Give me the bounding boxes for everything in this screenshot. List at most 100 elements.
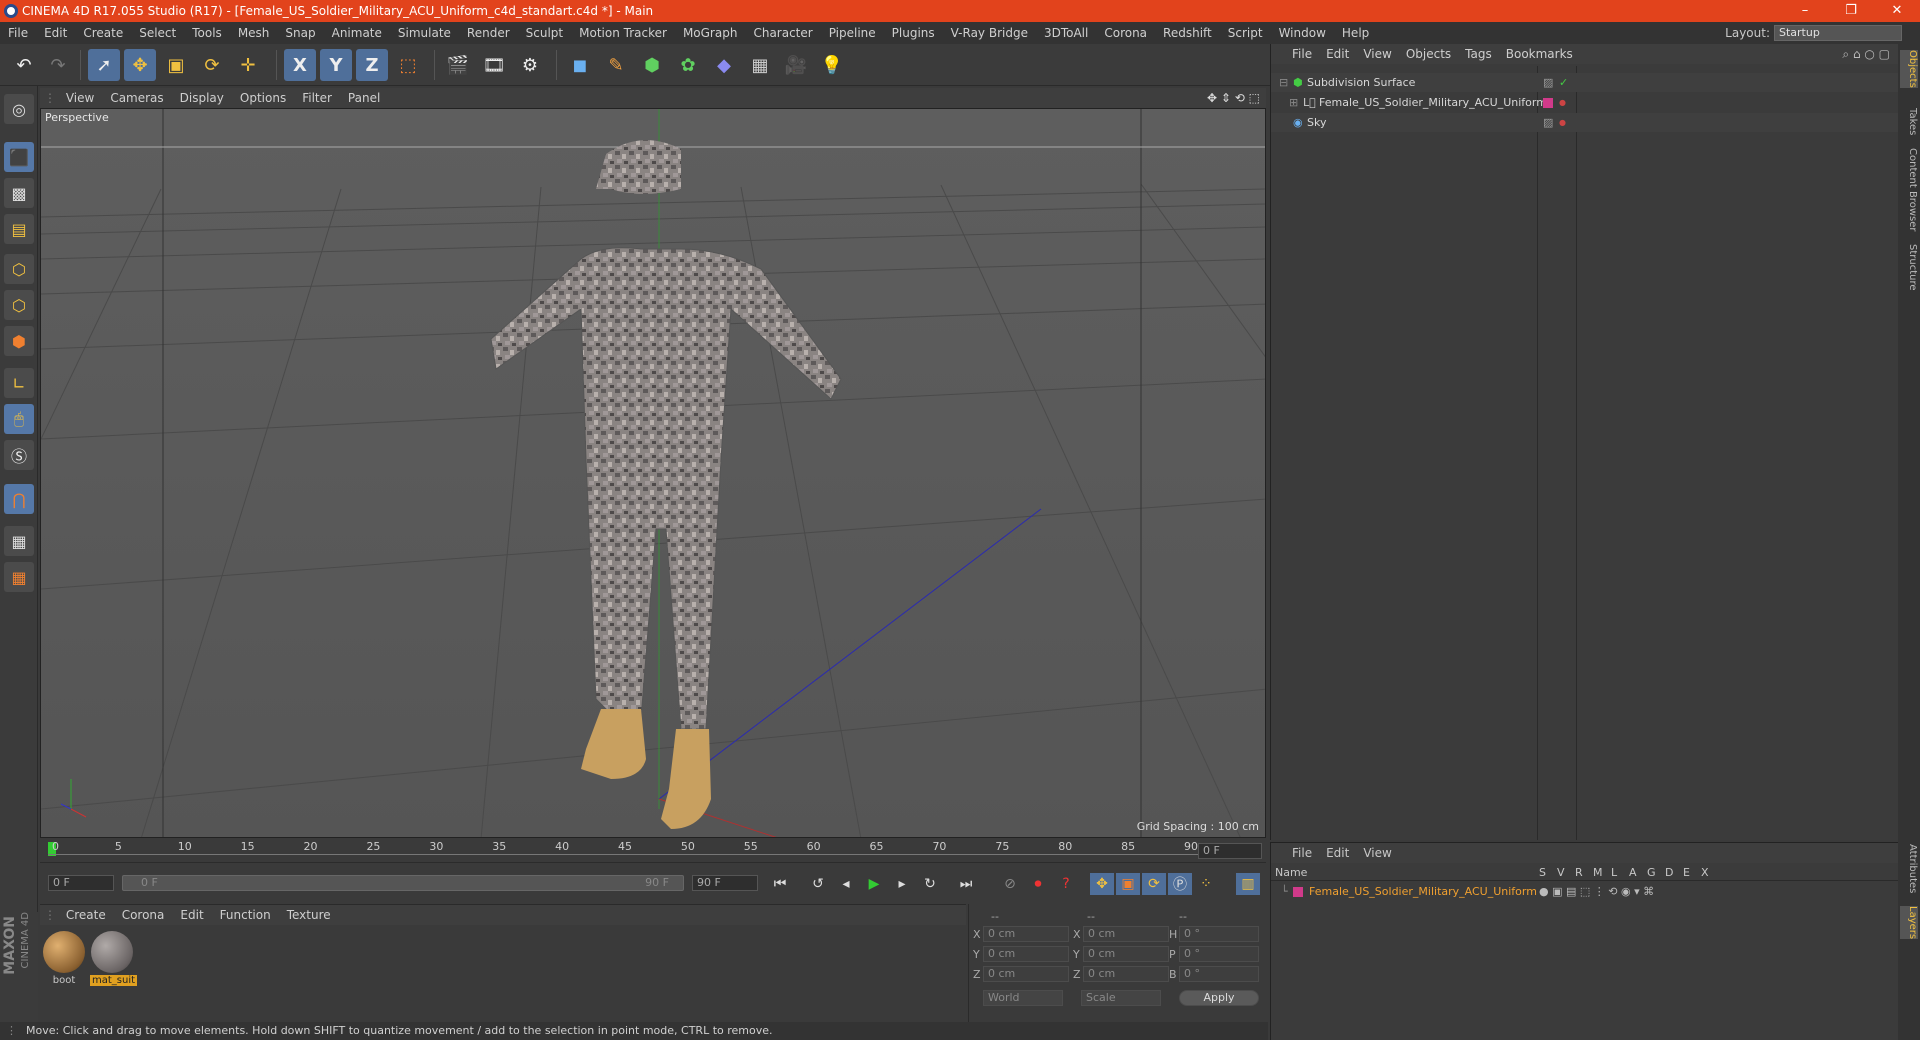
record-keys-icon[interactable]: ⏺ [1026, 873, 1050, 895]
floor-object-icon[interactable]: ▦ [744, 49, 776, 81]
live-selection-icon[interactable]: ➚ [88, 49, 120, 81]
next-frame-icon[interactable]: ▸ [890, 873, 914, 895]
menu-plugins[interactable]: Plugins [884, 22, 943, 44]
preview-range-slider[interactable]: 0 F 90 F [122, 875, 684, 891]
menu-redshift[interactable]: Redshift [1155, 22, 1220, 44]
menu-select[interactable]: Select [131, 22, 184, 44]
object-row-subdivision-surface[interactable]: ⊟ ⬢ Subdivision Surface ▨ ✓ [1271, 73, 1899, 92]
render-view-icon[interactable]: 🎬 [442, 49, 474, 81]
x-axis-lock-button[interactable]: X [284, 49, 316, 81]
model-mode-icon[interactable]: ⬛ [4, 142, 34, 172]
viewport-menu-panel[interactable]: Panel [340, 88, 388, 108]
tab-objects[interactable]: Objects [1900, 50, 1918, 88]
layer-row[interactable]: └ Female_US_Soldier_Military_ACU_Uniform… [1271, 883, 1899, 901]
enabled-check-icon[interactable]: ✓ [1559, 73, 1568, 92]
render-picture-viewer-icon[interactable]: 🎞 [478, 49, 510, 81]
material-menu-corona[interactable]: Corona [114, 905, 173, 925]
points-mode-icon[interactable]: ⬡ [4, 254, 34, 284]
rotate-tool-icon[interactable]: ⟳ [196, 49, 228, 81]
tab-structure[interactable]: Structure [1900, 244, 1918, 291]
menu-motion-tracker[interactable]: Motion Tracker [571, 22, 675, 44]
menu-help[interactable]: Help [1334, 22, 1377, 44]
autokey-icon[interactable]: ? [1054, 873, 1078, 895]
edges-mode-icon[interactable]: ⬡ [4, 290, 34, 320]
play-icon[interactable]: ▶ [862, 873, 886, 895]
solo-mode-icon[interactable]: Ⓢ [4, 440, 34, 470]
restore-button[interactable]: ❐ [1828, 0, 1874, 22]
apply-button[interactable]: Apply [1179, 990, 1259, 1006]
workplane-lock-icon[interactable]: ▦ [4, 526, 34, 556]
menu-simulate[interactable]: Simulate [390, 22, 459, 44]
perspective-viewport[interactable]: Perspective Grid Spacing : 100 cm [40, 108, 1266, 838]
object-menu-edit[interactable]: Edit [1319, 44, 1356, 64]
menu-vray-bridge[interactable]: V-Ray Bridge [943, 22, 1036, 44]
redo-icon[interactable]: ↷ [42, 49, 74, 81]
object-menu-bookmarks[interactable]: Bookmarks [1499, 44, 1580, 64]
menu-window[interactable]: Window [1271, 22, 1334, 44]
tab-attributes[interactable]: Attributes [1900, 844, 1918, 893]
menu-3dtoall[interactable]: 3DToAll [1036, 22, 1096, 44]
previous-key-icon[interactable]: ↺ [806, 873, 830, 895]
object-menu-file[interactable]: File [1285, 44, 1319, 64]
viewport-menu-cameras[interactable]: Cameras [102, 88, 171, 108]
texture-mode-icon[interactable]: ▩ [4, 178, 34, 208]
y-axis-lock-button[interactable]: Y [320, 49, 352, 81]
go-to-start-icon[interactable]: ⏮ [768, 873, 792, 895]
planar-workplane-icon[interactable]: ▦ [4, 562, 34, 592]
menu-character[interactable]: Character [745, 22, 820, 44]
viewport-nav-icons[interactable]: ✥ ⇕ ⟲ ⬚ [1207, 88, 1260, 108]
menu-pipeline[interactable]: Pipeline [821, 22, 884, 44]
visibility-dots-icon[interactable]: ● [1559, 113, 1566, 132]
position-x-field[interactable]: 0 cm [983, 926, 1069, 942]
motion-path-icon[interactable]: ⊘ [998, 873, 1022, 895]
rotation-b-field[interactable]: 0 ° [1179, 966, 1259, 982]
menu-sculpt[interactable]: Sculpt [518, 22, 571, 44]
viewport-menu-filter[interactable]: Filter [294, 88, 340, 108]
previous-frame-icon[interactable]: ◂ [834, 873, 858, 895]
key-position-icon[interactable]: ✥ [1090, 873, 1114, 895]
tab-takes[interactable]: Takes [1900, 108, 1918, 135]
close-button[interactable]: ✕ [1874, 0, 1920, 22]
object-row-uniform[interactable]: ⊞ L⃞ Female_US_Soldier_Military_ACU_Unif… [1271, 93, 1899, 112]
size-mode-dropdown[interactable]: Scale [1081, 990, 1161, 1006]
go-to-end-icon[interactable]: ⏭ [954, 873, 978, 895]
subdivision-surface-icon[interactable]: ⬢ [636, 49, 668, 81]
material-menu-texture[interactable]: Texture [279, 905, 339, 925]
material-mat-suit[interactable]: mat_suit [90, 931, 138, 986]
visibility-dots-icon[interactable]: ● [1559, 93, 1566, 112]
coord-system-dropdown[interactable]: World [983, 990, 1063, 1006]
timeline-window-icon[interactable]: ▥ [1236, 873, 1260, 895]
scale-tool-icon[interactable]: ▣ [160, 49, 192, 81]
tweak-mode-icon[interactable]: 🖱 [4, 404, 34, 434]
render-settings-icon[interactable]: ⚙ [514, 49, 546, 81]
menu-create[interactable]: Create [75, 22, 131, 44]
move-tool-icon[interactable]: ✥ [124, 49, 156, 81]
enable-axis-icon[interactable]: ∟ [4, 368, 34, 398]
layer-toggle-icons[interactable]: ● ▣ ▤ ⬚ ⋮ ⟲ ◉ ▾ ⌘ [1539, 883, 1654, 901]
key-parameter-icon[interactable]: Ⓟ [1168, 873, 1192, 895]
layout-dropdown[interactable]: Startup [1774, 25, 1902, 41]
next-key-icon[interactable]: ↻ [918, 873, 942, 895]
layer-menu-view[interactable]: View [1356, 843, 1398, 863]
cube-object-icon[interactable]: ◼ [564, 49, 596, 81]
snap-icon[interactable]: ⋂ [4, 484, 34, 514]
expand-icon[interactable]: ⊞ [1289, 93, 1298, 112]
end-frame-field[interactable]: 90 F [692, 875, 758, 891]
material-menu-create[interactable]: Create [58, 905, 114, 925]
menu-mesh[interactable]: Mesh [230, 22, 278, 44]
key-rotation-icon[interactable]: ⟳ [1142, 873, 1166, 895]
viewport-menu-options[interactable]: Options [232, 88, 294, 108]
layer-color-swatch[interactable] [1293, 887, 1303, 897]
viewport-menu-view[interactable]: View [58, 88, 102, 108]
cloner-icon[interactable]: ✿ [672, 49, 704, 81]
rotation-p-field[interactable]: 0 ° [1179, 946, 1259, 962]
position-z-field[interactable]: 0 cm [983, 966, 1069, 982]
minimize-button[interactable]: – [1782, 0, 1828, 22]
workplane-mode-icon[interactable]: ▤ [4, 214, 34, 244]
transform-tool-icon[interactable]: ✛ [232, 49, 264, 81]
object-row-sky[interactable]: ◉ Sky ▨ ● [1271, 113, 1899, 132]
object-manager-tools-icons[interactable]: ⌕ ⌂ ○ ▢ [1842, 44, 1890, 64]
object-menu-view[interactable]: View [1356, 44, 1398, 64]
size-x-field[interactable]: 0 cm [1083, 926, 1169, 942]
size-y-field[interactable]: 0 cm [1083, 946, 1169, 962]
